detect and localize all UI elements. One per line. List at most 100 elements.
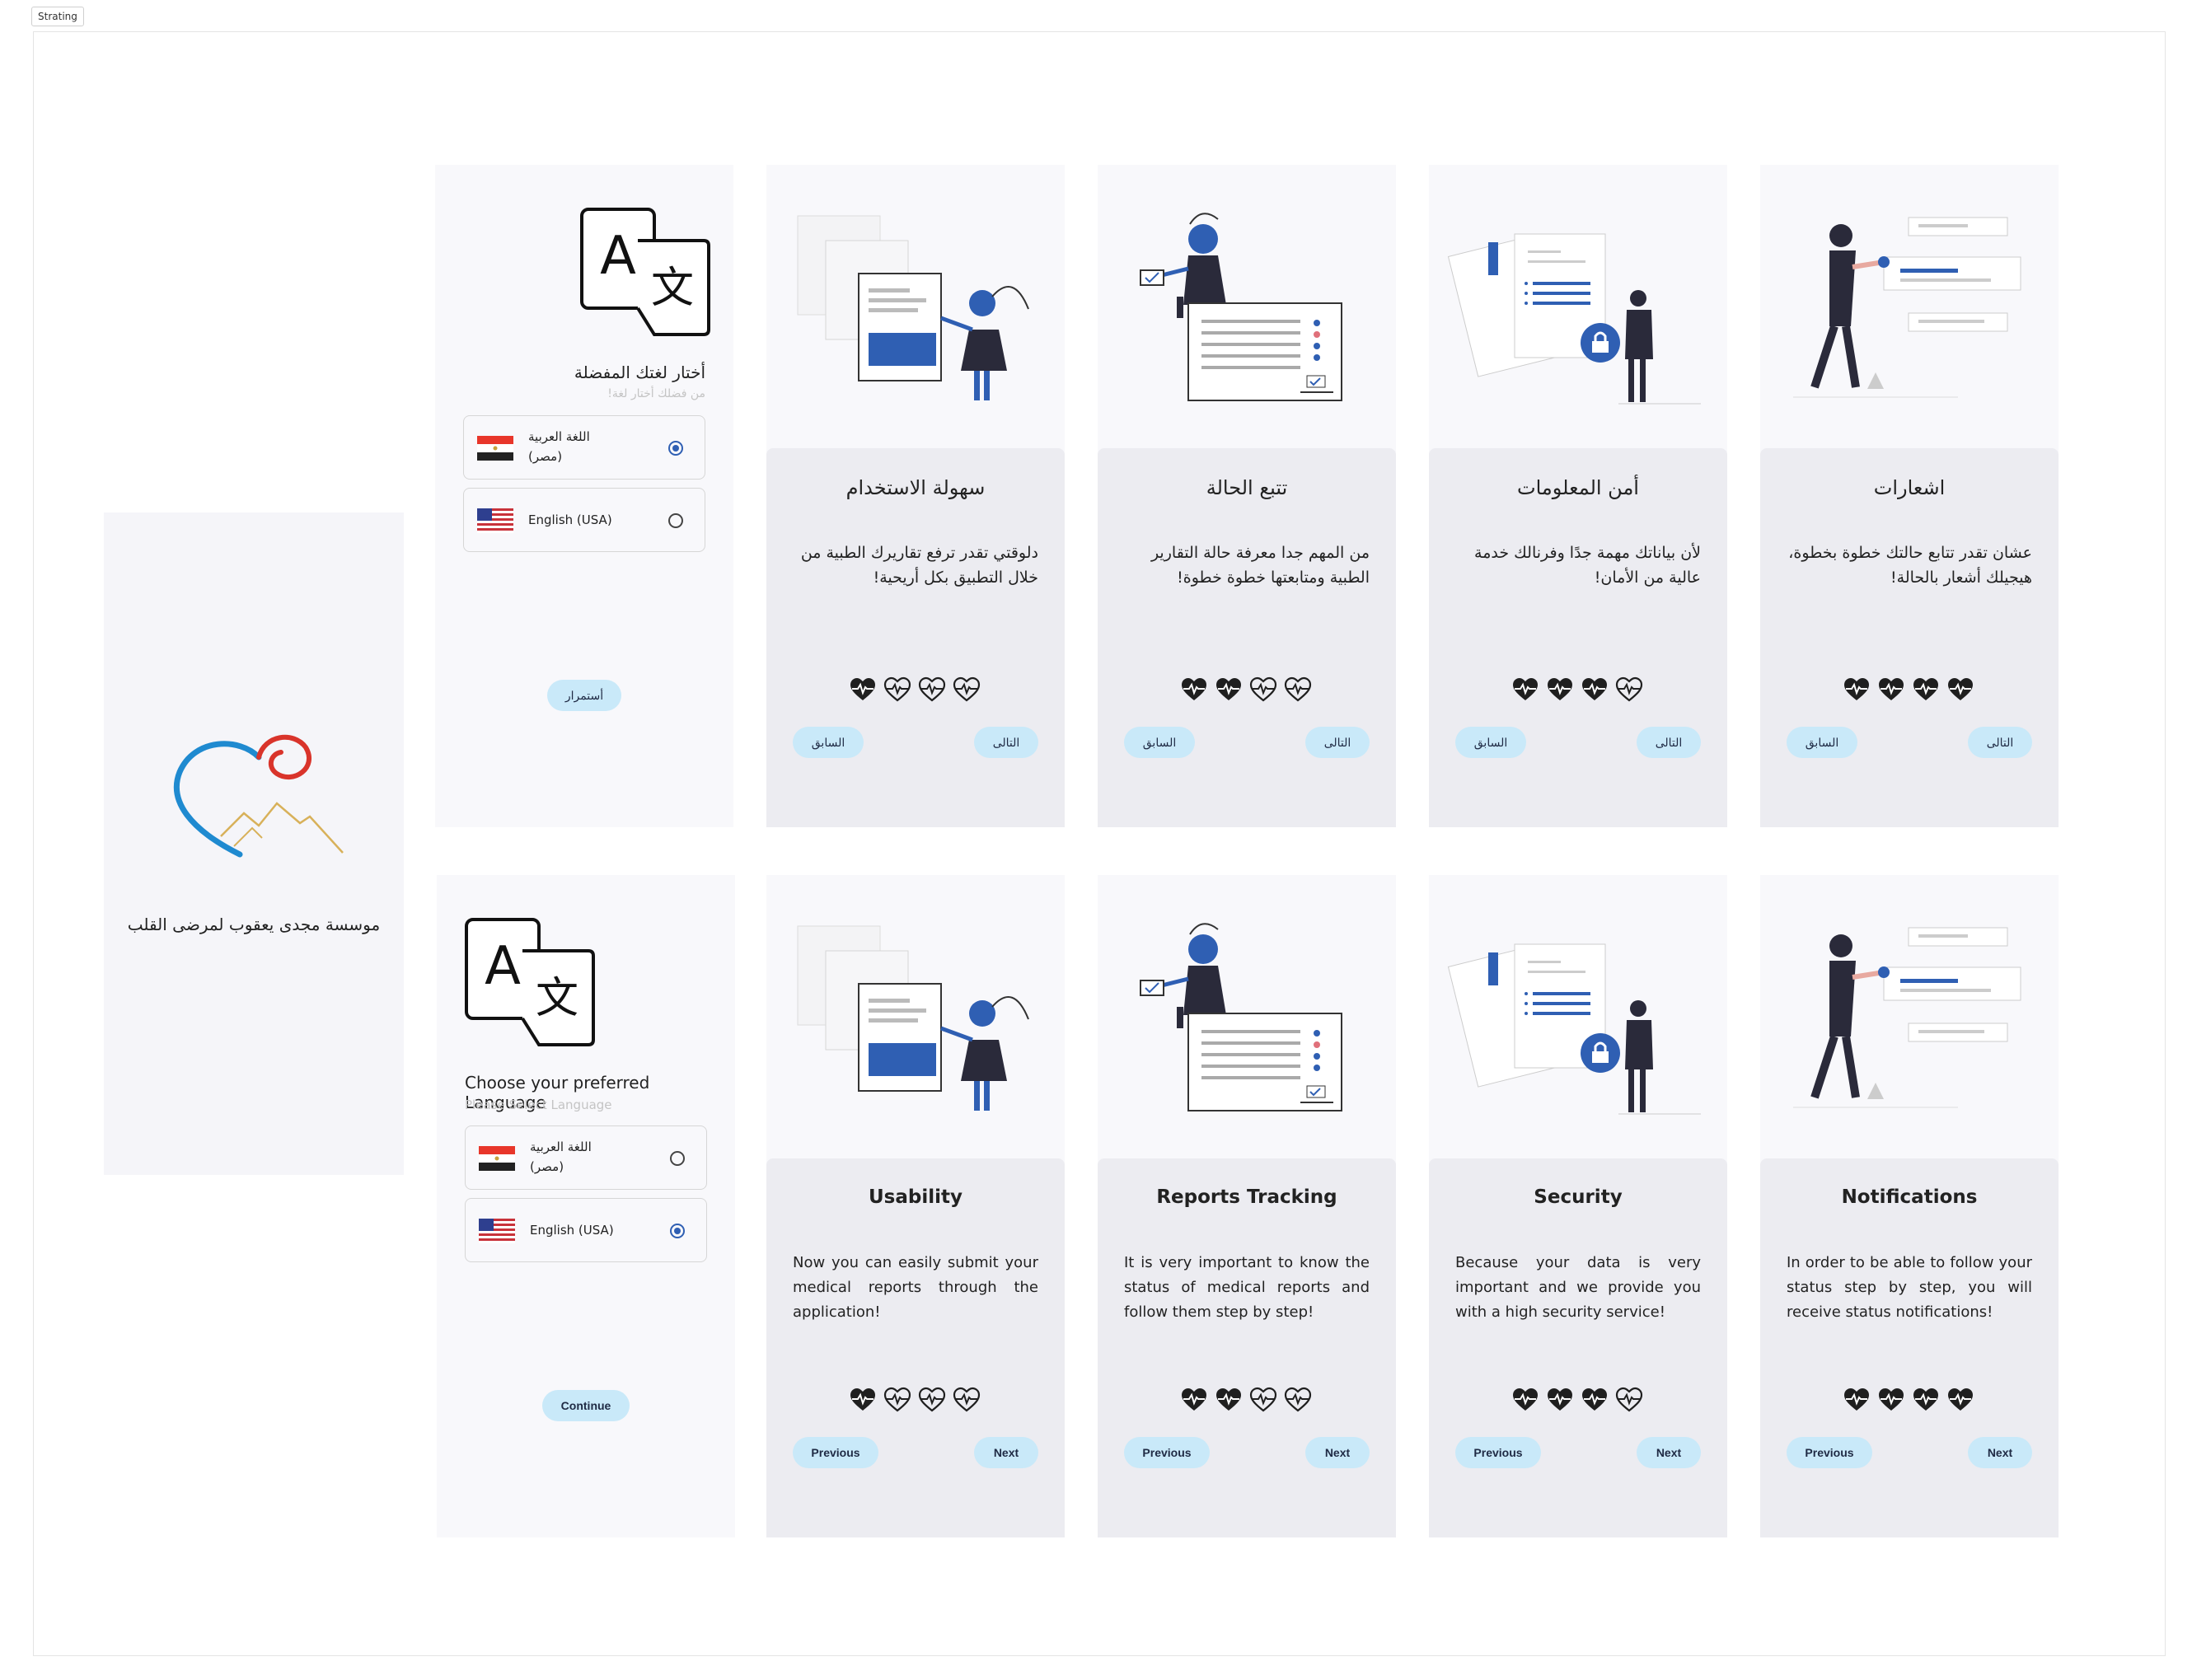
progress-hearts (1512, 1387, 1643, 1412)
card-panel: Notifications In order to be able to fol… (1760, 1158, 2059, 1537)
heart-outline-icon (1249, 1387, 1277, 1412)
progress-hearts (1512, 676, 1643, 702)
onboarding-card-usability-ar: سهولة الاستخدام دلوقتي تقدر ترفع تقاريرك… (766, 165, 1065, 827)
option-label: English (USA) (530, 1223, 614, 1238)
progress-hearts (1843, 677, 1974, 701)
heart-outline-icon (1615, 1387, 1643, 1412)
heart-filled-icon (1215, 1388, 1242, 1411)
card-title: Usability (869, 1186, 963, 1208)
next-button[interactable]: Next (1637, 1437, 1701, 1468)
report-tracking-illustration (1098, 165, 1396, 448)
heart-outline-icon (953, 1387, 981, 1412)
previous-button[interactable]: Previous (1787, 1437, 1872, 1468)
translate-icon: A 文 (580, 208, 710, 336)
next-button[interactable]: Next (1968, 1437, 2032, 1468)
heart-outline-icon (1249, 676, 1277, 702)
language-subtitle: Please Select Language (465, 1097, 612, 1112)
continue-button[interactable]: Continue (542, 1390, 630, 1421)
documents-person-illustration (766, 875, 1065, 1158)
next-button[interactable]: التالى (1968, 727, 2032, 758)
card-body: Because your data is very important and … (1455, 1254, 1701, 1321)
next-button[interactable]: التالى (974, 727, 1038, 758)
heart-filled-icon (1913, 677, 1939, 701)
heart-filled-icon (1581, 677, 1608, 701)
heart-filled-icon (1581, 1388, 1608, 1411)
usa-flag-icon (477, 508, 513, 533)
onboarding-card-security-ar: أمن المعلومات لأن بياناتك مهمة جدًا وفرن… (1429, 165, 1727, 827)
heart-filled-icon (850, 1388, 876, 1411)
next-button[interactable]: Next (974, 1437, 1038, 1468)
radio-selected[interactable] (670, 1224, 685, 1238)
previous-button[interactable]: السابق (793, 727, 864, 758)
previous-button[interactable]: السابق (1124, 727, 1195, 758)
card-body: It is very important to know the status … (1124, 1254, 1370, 1321)
heart-filled-icon (1913, 1388, 1939, 1411)
heart-outline-icon (1284, 676, 1312, 702)
translate-icon: A 文 (465, 918, 595, 1046)
heart-filled-icon (1878, 677, 1904, 701)
heart-filled-icon (1878, 1388, 1904, 1411)
language-subtitle: من فضلك أختار لغة! (607, 387, 705, 400)
heart-filled-icon (1547, 1388, 1573, 1411)
option-label-line2: (مصر) (530, 1159, 564, 1174)
card-body: In order to be able to follow your statu… (1787, 1254, 2032, 1321)
report-tracking-illustration (1098, 875, 1396, 1158)
onboarding-card-notifications-en: Notifications In order to be able to fol… (1760, 875, 2059, 1537)
card-body: دلوقتي تقدر ترفع تقاريرك الطبية من خلال … (800, 544, 1038, 587)
egypt-flag-icon (477, 436, 513, 461)
onboarding-card-security-en: Security Because your data is very impor… (1429, 875, 1727, 1537)
card-panel: اشعارات عشان تقدر تتابع حالتك خطوة بخطوة… (1760, 448, 2059, 827)
card-body: عشان تقدر تتابع حالتك خطوة بخطوة، هيجيلك… (1788, 544, 2032, 587)
svg-text:A: A (485, 936, 521, 997)
language-option-arabic[interactable]: اللغة العربية (مصر) (465, 1125, 707, 1190)
language-option-arabic[interactable]: اللغة العربية (مصر) (463, 415, 705, 480)
heart-outline-icon (1615, 676, 1643, 702)
language-option-english[interactable]: English (USA) (463, 488, 705, 552)
option-label-line2: (مصر) (528, 449, 563, 464)
onboarding-card-tracking-ar: تتبع الحالة من المهم جدا معرفة حالة التق… (1098, 165, 1396, 827)
previous-button[interactable]: Previous (1124, 1437, 1210, 1468)
previous-button[interactable]: Previous (1455, 1437, 1541, 1468)
card-panel: Security Because your data is very impor… (1429, 1158, 1727, 1537)
next-button[interactable]: Next (1305, 1437, 1370, 1468)
frame-label: Strating (31, 7, 84, 26)
notifications-walking-illustration (1760, 875, 2059, 1158)
previous-button[interactable]: السابق (1787, 727, 1857, 758)
heart-filled-icon (1843, 677, 1870, 701)
onboarding-card-notifications-ar: اشعارات عشان تقدر تتابع حالتك خطوة بخطوة… (1760, 165, 2059, 827)
progress-hearts (850, 676, 981, 702)
card-title: Reports Tracking (1156, 1186, 1337, 1208)
continue-button[interactable]: أستمرار (547, 680, 621, 711)
heart-filled-icon (1181, 1388, 1207, 1411)
option-label: English (USA) (528, 512, 612, 527)
card-title: أمن المعلومات (1517, 476, 1639, 499)
card-panel: Reports Tracking It is very important to… (1098, 1158, 1396, 1537)
heart-outline-icon (918, 1387, 946, 1412)
progress-hearts (850, 1387, 981, 1412)
security-lock-illustration (1446, 943, 1703, 1116)
heart-filled-icon (1547, 677, 1573, 701)
previous-button[interactable]: Previous (793, 1437, 878, 1468)
usa-flag-icon (479, 1219, 515, 1243)
next-button[interactable]: التالى (1305, 727, 1370, 758)
splash-title: موسسة مجدى يعقوب لمرضى القلب (127, 915, 381, 934)
svg-text:文: 文 (536, 974, 578, 1023)
radio-unselected[interactable] (670, 1151, 685, 1166)
language-option-english[interactable]: English (USA) (465, 1198, 707, 1262)
onboarding-card-tracking-en: Reports Tracking It is very important to… (1098, 875, 1396, 1537)
heart-outline-icon (1284, 1387, 1312, 1412)
heart-outline-icon (883, 676, 911, 702)
card-title: Security (1534, 1186, 1623, 1208)
radio-selected[interactable] (668, 441, 683, 456)
heart-filled-icon (1512, 1388, 1539, 1411)
heart-filled-icon (1947, 677, 1974, 701)
card-panel: سهولة الاستخدام دلوقتي تقدر ترفع تقاريرك… (766, 448, 1065, 827)
radio-unselected[interactable] (668, 513, 683, 528)
next-button[interactable]: التالى (1637, 727, 1701, 758)
card-title: Notifications (1841, 1186, 1978, 1208)
progress-hearts (1181, 1387, 1312, 1412)
card-body: لأن بياناتك مهمة جدًا وفرنالك خدمة عالية… (1474, 544, 1701, 587)
previous-button[interactable]: السابق (1455, 727, 1526, 758)
card-title: اشعارات (1873, 476, 1946, 499)
svg-text:文: 文 (651, 264, 694, 313)
